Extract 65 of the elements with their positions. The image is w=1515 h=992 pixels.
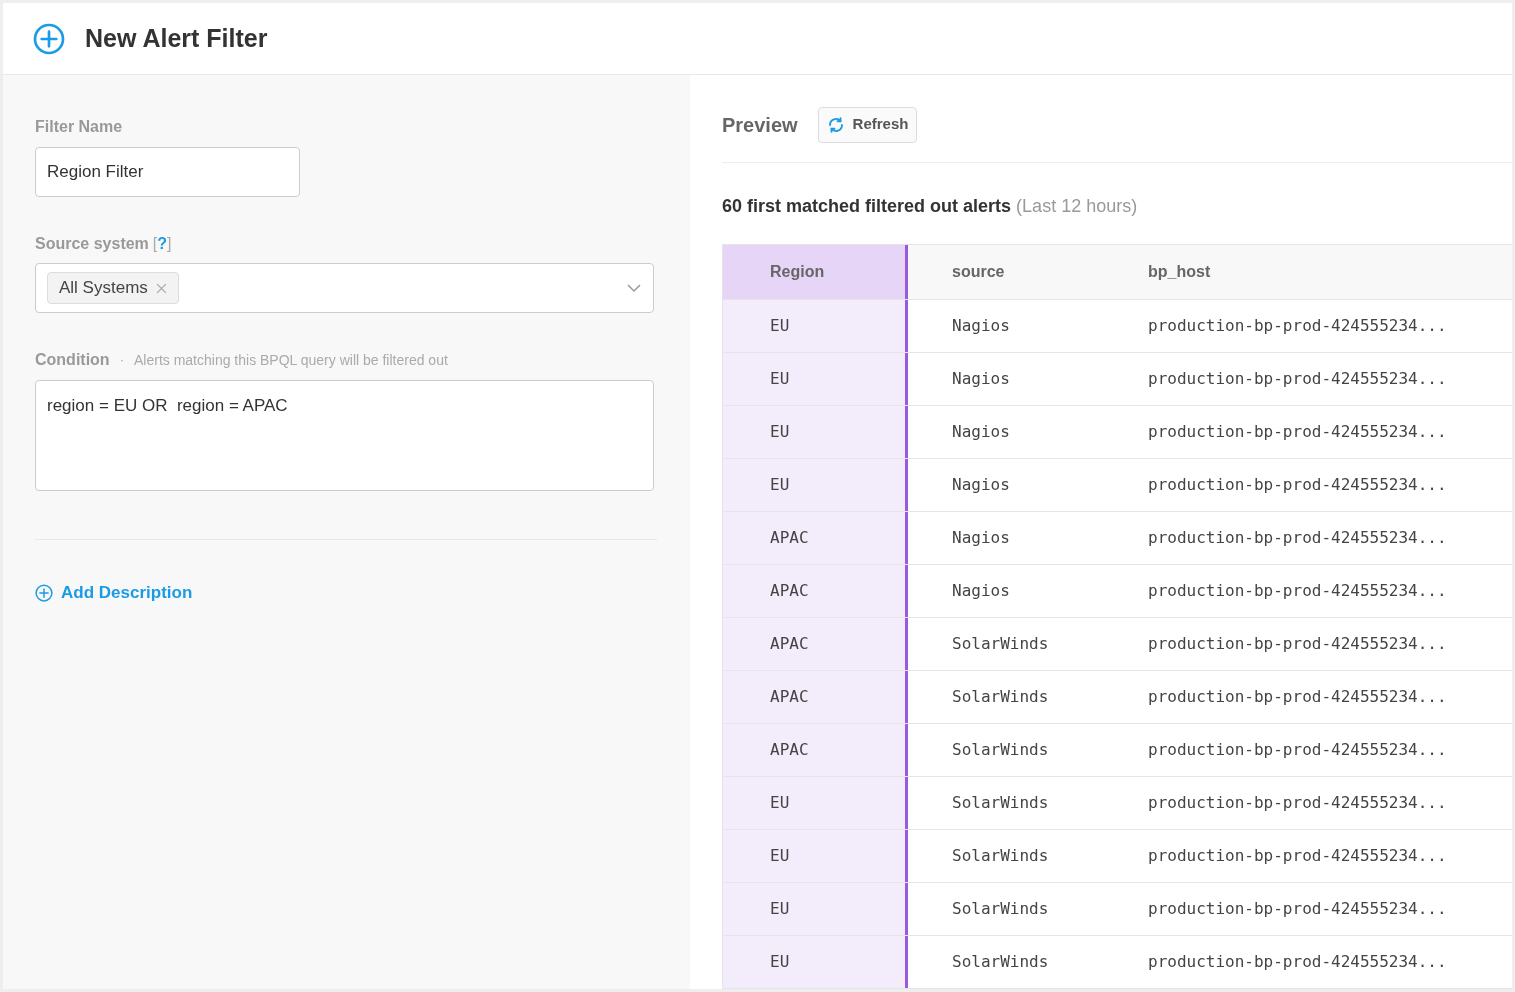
- table-cell: EU: [723, 406, 908, 458]
- filter-name-field[interactable]: Region Filter: [35, 147, 300, 197]
- table-cell-text: Nagios: [951, 580, 1011, 602]
- field-hint: Alerts matching this BPQL query will be filtered out: [134, 350, 448, 370]
- close-icon[interactable]: [155, 282, 167, 294]
- add-circle-icon: [33, 22, 65, 55]
- table-cell-text: production-bp-prod-424555234...: [1147, 474, 1448, 496]
- refresh-button[interactable]: Refresh: [817, 106, 918, 143]
- table-cell-text: production-bp-prod-424555234...: [1147, 792, 1448, 814]
- table-cell: APAC: [723, 565, 908, 617]
- results-period: (Last 12 hours): [1016, 196, 1138, 216]
- column-header[interactable]: source: [908, 245, 1104, 299]
- table-cell-text: Nagios: [951, 315, 1011, 337]
- table-cell: EU: [723, 459, 908, 511]
- help-link[interactable]: ?: [157, 232, 168, 256]
- table-cell-text: production-bp-prod-424555234...: [1147, 686, 1448, 708]
- table-cell: EU: [723, 777, 908, 829]
- table-cell-text: SolarWinds: [951, 951, 1050, 973]
- table-cell: EU: [723, 353, 908, 405]
- separator-dot: ·: [119, 351, 124, 370]
- table-cell-text: production-bp-prod-424555234...: [1147, 951, 1448, 973]
- table-cell-text: SolarWinds: [951, 898, 1050, 920]
- table-cell-text: production-bp-prod-424555234...: [1147, 368, 1448, 390]
- table-cell-text: production-bp-prod-424555234...: [1147, 527, 1448, 549]
- table-cell: EU: [723, 936, 908, 988]
- table-cell-text: SolarWinds: [951, 845, 1050, 867]
- table-cell-text: Nagios: [951, 474, 1011, 496]
- table-cell: APAC: [723, 512, 908, 564]
- source-system-select[interactable]: All Systems: [35, 263, 654, 313]
- table-cell: EU: [723, 883, 908, 935]
- table-cell-text: production-bp-prod-424555234...: [1147, 898, 1448, 920]
- table-cell-text: production-bp-prod-424555234...: [1147, 315, 1448, 337]
- condition-field[interactable]: region = EU OR region = APAC: [35, 380, 654, 491]
- refresh-icon: [826, 115, 845, 134]
- bracket: [: [152, 234, 158, 254]
- table-cell-text: production-bp-prod-424555234...: [1147, 580, 1448, 602]
- table-cell-text: production-bp-prod-424555234...: [1147, 421, 1448, 443]
- tag-label: All Systems: [59, 277, 148, 300]
- table-cell-text: Nagios: [951, 368, 1011, 390]
- table-cell: EU: [723, 300, 908, 352]
- table-cell-text: production-bp-prod-424555234...: [1147, 739, 1448, 761]
- preview-title: Preview: [722, 112, 798, 138]
- table-cell-text: SolarWinds: [951, 792, 1050, 814]
- column-header[interactable]: Region: [723, 245, 908, 299]
- table-cell-text: production-bp-prod-424555234...: [1147, 845, 1448, 867]
- table-cell: APAC: [723, 671, 908, 723]
- table-cell-text: SolarWinds: [951, 633, 1050, 655]
- table-cell-text: production-bp-prod-424555234...: [1147, 633, 1448, 655]
- field-label: Filter Name: [35, 117, 124, 137]
- add-description-link[interactable]: Add Description: [35, 580, 193, 606]
- table-cell-text: SolarWinds: [951, 686, 1050, 708]
- field-label: Condition: [35, 350, 110, 370]
- table-cell: APAC: [723, 618, 908, 670]
- add-circle-icon: [35, 583, 53, 602]
- table-cell-text: Nagios: [951, 527, 1011, 549]
- page-title: New Alert Filter: [85, 22, 268, 54]
- table-cell: APAC: [723, 724, 908, 776]
- chevron-down-icon[interactable]: [626, 283, 642, 293]
- field-label: Source system: [35, 234, 149, 254]
- bracket: ]: [167, 234, 172, 254]
- table-cell-text: Nagios: [951, 421, 1011, 443]
- table-cell: EU: [723, 830, 908, 882]
- results-summary: 60 first matched filtered out alerts: [722, 196, 1012, 216]
- column-header[interactable]: bp_host: [1104, 245, 1512, 299]
- table-cell-text: SolarWinds: [951, 739, 1050, 761]
